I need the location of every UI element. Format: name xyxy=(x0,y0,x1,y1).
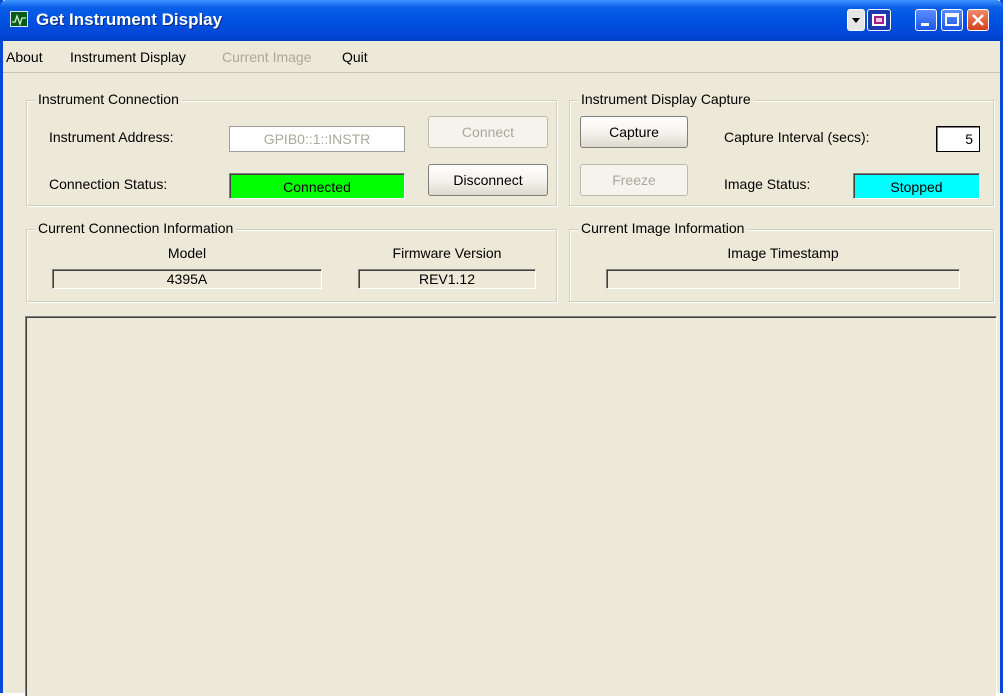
main-window: Get Instrument Display About Instrument … xyxy=(0,0,1003,696)
minimize-icon[interactable] xyxy=(915,9,937,31)
capture-button[interactable]: Capture xyxy=(580,116,688,148)
instrument-image-pane xyxy=(25,316,997,696)
title-bar[interactable]: Get Instrument Display xyxy=(0,0,1003,41)
close-icon[interactable] xyxy=(967,9,989,31)
image-timestamp-label: Image Timestamp xyxy=(727,245,839,261)
connection-status-indicator: Connected xyxy=(229,173,405,199)
menu-bar: About Instrument Display Current Image Q… xyxy=(3,41,1000,73)
image-status-indicator: Stopped xyxy=(853,173,980,199)
current-image-info-group: Current Image Information Image Timestam… xyxy=(569,220,994,302)
connect-button[interactable]: Connect xyxy=(428,116,548,148)
capture-interval-label: Capture Interval (secs): xyxy=(724,129,870,145)
freeze-button[interactable]: Freeze xyxy=(580,164,688,196)
capture-interval-input[interactable]: 5 xyxy=(936,126,980,152)
pin-icon[interactable] xyxy=(867,9,891,31)
image-status-label: Image Status: xyxy=(724,176,811,192)
menu-current-image[interactable]: Current Image xyxy=(222,49,311,65)
connection-status-label: Connection Status: xyxy=(49,176,168,192)
instrument-display-capture-title: Instrument Display Capture xyxy=(578,91,754,107)
instrument-display-capture-group: Instrument Display Capture Capture Captu… xyxy=(569,91,994,206)
oscilloscope-icon xyxy=(10,11,28,27)
model-label: Model xyxy=(167,245,207,261)
menu-instrument-display[interactable]: Instrument Display xyxy=(70,49,186,65)
instrument-connection-group: Instrument Connection Instrument Address… xyxy=(26,91,557,206)
window-title: Get Instrument Display xyxy=(36,10,223,29)
instrument-address-label: Instrument Address: xyxy=(49,129,174,145)
window-menu-icon[interactable] xyxy=(847,9,865,31)
firmware-version-value: REV1.12 xyxy=(358,269,536,289)
model-value: 4395A xyxy=(52,269,322,289)
current-connection-info-group: Current Connection Information Model 439… xyxy=(26,220,557,302)
image-timestamp-value xyxy=(606,269,960,289)
instrument-address-field[interactable]: GPIB0::1::INSTR xyxy=(229,126,405,152)
menu-about[interactable]: About xyxy=(6,49,43,65)
disconnect-button[interactable]: Disconnect xyxy=(428,164,548,196)
current-image-info-title: Current Image Information xyxy=(578,220,748,236)
maximize-icon[interactable] xyxy=(941,9,963,31)
firmware-version-label: Firmware Version xyxy=(392,245,502,261)
menu-quit[interactable]: Quit xyxy=(342,49,368,65)
instrument-connection-title: Instrument Connection xyxy=(35,91,182,107)
current-connection-info-title: Current Connection Information xyxy=(35,220,237,236)
